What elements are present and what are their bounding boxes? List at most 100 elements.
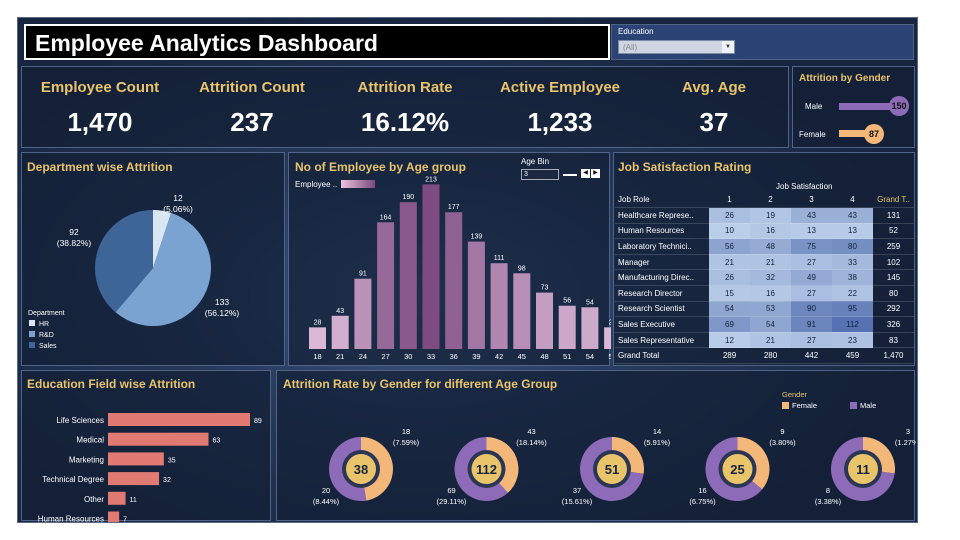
table-cell: 292 <box>873 301 914 318</box>
x-tick-label: 18 <box>313 352 321 361</box>
column-header[interactable]: 3 <box>791 192 832 209</box>
kpi-label: Attrition Rate <box>357 79 453 96</box>
age-bar[interactable] <box>558 305 576 349</box>
age-bar[interactable] <box>309 327 326 349</box>
education-bar[interactable] <box>108 413 250 426</box>
pie-percent-label: (56.12%) <box>205 308 240 318</box>
kpi-value: 37 <box>699 107 729 137</box>
table-cell: 75 <box>791 238 832 255</box>
age-bar[interactable] <box>581 307 599 349</box>
table-row[interactable]: Manufacturing Direc.. 26 32 49 38 145 <box>615 269 914 287</box>
age-bar[interactable] <box>513 273 531 349</box>
male-count-label: 20 <box>322 486 330 495</box>
table-row[interactable]: Healthcare Represe.. 26 19 43 43 131 <box>615 207 914 224</box>
age-bar[interactable] <box>331 315 349 349</box>
table-cell: 90 <box>791 301 832 318</box>
bar-value-label: 32 <box>163 477 171 484</box>
column-group-label: Job Satisfaction <box>776 182 833 191</box>
donut-total: 51 <box>605 462 619 477</box>
age-bar[interactable] <box>399 202 417 349</box>
column-header[interactable]: 2 <box>750 192 791 209</box>
table-cell: 21 <box>750 254 791 271</box>
table-cell: 26 <box>709 269 750 287</box>
x-tick-label: 57 <box>608 352 611 361</box>
column-header[interactable]: 4 <box>832 192 873 209</box>
pie-value-label: 133 <box>215 297 229 307</box>
education-bar[interactable] <box>108 432 209 446</box>
bar-value-label: 190 <box>402 194 414 201</box>
age-bar[interactable] <box>536 292 553 349</box>
table-cell: 326 <box>873 316 914 333</box>
age-bar[interactable] <box>604 327 611 349</box>
pie-percent-label: (38.82%) <box>57 238 92 248</box>
table-cell: 83 <box>873 332 914 349</box>
table-cell: 10 <box>709 223 750 240</box>
table-cell: 19 <box>750 207 791 224</box>
female-count-label: 18 <box>402 427 410 436</box>
education-bar[interactable] <box>108 511 120 523</box>
table-cell: 48 <box>750 238 791 255</box>
male-count-label: 69 <box>447 486 455 495</box>
table-cell: 131 <box>873 207 914 224</box>
filter-value: (All) <box>623 43 638 52</box>
row-label: Grand Total <box>615 347 709 365</box>
table-cell: 442 <box>791 347 832 365</box>
age-bar[interactable] <box>467 241 485 349</box>
bar-value-label: 164 <box>380 214 392 221</box>
legend-title: Department <box>28 310 65 317</box>
age-bar[interactable] <box>354 278 372 349</box>
table-cell: 16 <box>750 223 791 240</box>
education-filter: Education (All) ▼ <box>611 24 914 60</box>
department-attrition-panel: Department wise Attrition 12 (5.06%) 133 (5… <box>21 152 285 366</box>
table-cell: 69 <box>709 316 750 333</box>
column-header: Job Role <box>615 192 709 209</box>
table-row[interactable]: Sales Executive 69 54 91 112 326 <box>615 316 914 333</box>
table-header-row: Job Role 1 2 3 4 Grand T.. <box>615 192 914 209</box>
female-count-label: 9 <box>780 427 784 436</box>
bar-value-label: 28 <box>609 319 611 326</box>
table-cell: 27 <box>791 254 832 271</box>
bar-value-label: 7 <box>123 517 127 523</box>
kpi-value: 237 <box>230 107 274 137</box>
bar-value-label: 28 <box>314 319 322 326</box>
education-bar[interactable] <box>108 472 160 486</box>
table-cell: 32 <box>750 269 791 287</box>
age-bar[interactable] <box>490 263 508 349</box>
table-cell: 459 <box>832 347 873 365</box>
table-row[interactable]: Research Scientist 54 53 90 95 292 <box>615 301 914 318</box>
education-select[interactable]: (All) ▼ <box>618 40 735 54</box>
chevron-down-icon[interactable]: ▼ <box>722 41 734 53</box>
table-row[interactable]: Manager 21 21 27 33 102 <box>615 254 914 271</box>
table-cell: 33 <box>832 254 873 271</box>
gender-age-donut-charts: GenderFemaleMale3818(7.59%)20(8.44%)Unde… <box>313 390 916 506</box>
donut-total: 11 <box>856 462 870 477</box>
table-row[interactable]: Laboratory Technici.. 56 48 75 80 259 <box>615 238 914 255</box>
age-bar[interactable] <box>377 222 395 349</box>
table-row[interactable]: Sales Representative 12 21 27 23 83 <box>615 332 914 349</box>
bar-value-label: 213 <box>425 176 437 183</box>
row-label: Healthcare Represe.. <box>615 207 709 224</box>
table-cell: 22 <box>832 285 873 302</box>
x-tick-label: 51 <box>563 352 571 361</box>
age-bar[interactable] <box>445 212 463 349</box>
table-cell: 80 <box>832 238 873 255</box>
table-row[interactable]: Research Director 15 16 27 22 80 <box>615 285 914 302</box>
education-bar[interactable] <box>108 452 164 466</box>
education-bar[interactable] <box>108 491 126 505</box>
table-cell: 13 <box>791 223 832 240</box>
column-header[interactable]: Grand T.. <box>873 192 914 209</box>
kpi-label: Active Employee <box>499 79 621 96</box>
male-count-label: 37 <box>573 486 581 495</box>
legend-swatch <box>850 402 857 409</box>
age-bar[interactable] <box>422 184 440 349</box>
male-count-label: 16 <box>698 486 706 495</box>
female-percent-label: (7.59%) <box>393 438 420 447</box>
bar-category-label: Other <box>84 495 104 504</box>
kpi-value: 16.12% <box>360 107 450 137</box>
kpi-value: 1,233 <box>527 107 593 137</box>
table-row[interactable]: Human Resources 10 16 13 13 52 <box>615 223 914 240</box>
pie-value-label: 92 <box>69 227 79 237</box>
column-header[interactable]: 1 <box>709 192 750 209</box>
table-cell: 43 <box>832 207 873 224</box>
row-label: Human Resources <box>615 223 709 240</box>
